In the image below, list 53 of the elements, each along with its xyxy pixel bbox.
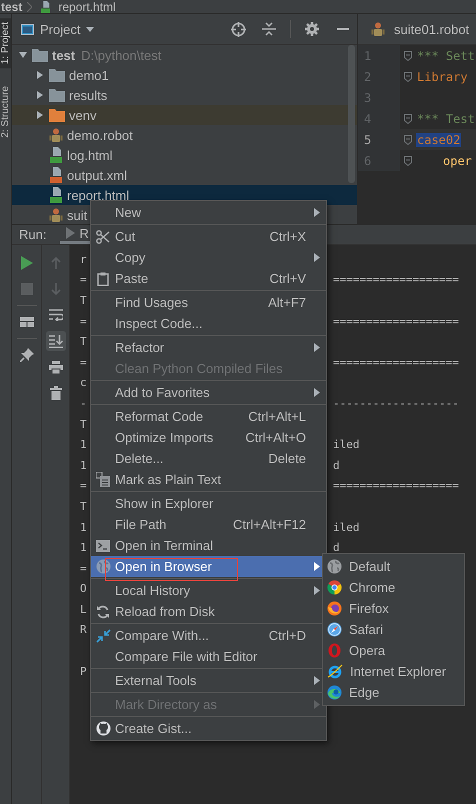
console-text: 1 (80, 458, 87, 472)
shortcut-label: Ctrl+V (270, 271, 307, 286)
file-name: report.html (67, 188, 130, 202)
console-text: =================== (333, 356, 459, 369)
console-text: d (333, 458, 340, 472)
code-text: Library (416, 70, 469, 84)
console-text: iled (333, 438, 360, 452)
shortcut-label: Delete (268, 451, 307, 466)
console-text: r (80, 252, 87, 266)
shortcut-label: Ctrl+Alt+O (245, 430, 307, 445)
console-text: T (80, 500, 87, 513)
file-name: suit (67, 208, 88, 222)
console-text: 1 (80, 541, 87, 554)
shortcut-label: Ctrl+Alt+L (248, 409, 307, 424)
code-text: case02 (416, 132, 462, 146)
console-text: 1 (80, 438, 87, 452)
console-text: = (80, 273, 87, 286)
console-text: T (80, 294, 87, 307)
console-text: c (80, 376, 87, 390)
console-text: T (80, 418, 87, 431)
console-text: T (80, 335, 87, 348)
file-name: results (69, 88, 108, 102)
console-text: iled (333, 520, 360, 534)
code-text: oper (442, 154, 473, 168)
file-name: log.html (67, 148, 113, 162)
shortcut-label: Ctrl+D (268, 628, 307, 643)
console-text: =================== (333, 273, 459, 286)
console-text: L (80, 602, 87, 616)
console-text: =================== (333, 314, 459, 328)
file-name: venv (69, 108, 96, 122)
console-text: = (80, 479, 87, 492)
console-text: R (80, 623, 87, 636)
console-text: = (80, 356, 87, 369)
console-text: ------------------- (333, 396, 459, 410)
file-name: test (52, 48, 76, 62)
console-text: - (80, 396, 87, 410)
console-text: P (80, 664, 87, 678)
code-text: *** Sett (416, 48, 476, 62)
code-text: *** Test (416, 112, 476, 126)
folder-path: D:\python\test (81, 48, 162, 62)
console-text: O (80, 582, 87, 596)
file-name: output.xml (67, 168, 127, 182)
console-text: 1 (80, 520, 87, 534)
file-name: demo.robot (67, 128, 133, 142)
shortcut-label: Alt+F7 (268, 295, 307, 310)
shortcut-label: Ctrl+Alt+F12 (233, 517, 307, 532)
panel-title: Run: (18, 226, 48, 244)
console-text: =================== (333, 479, 459, 492)
console-text: = (80, 314, 87, 328)
file-name: demo1 (69, 68, 109, 82)
shortcut-label: Ctrl+X (270, 229, 307, 244)
console-text: = (80, 562, 87, 575)
console-text: d (333, 541, 340, 554)
